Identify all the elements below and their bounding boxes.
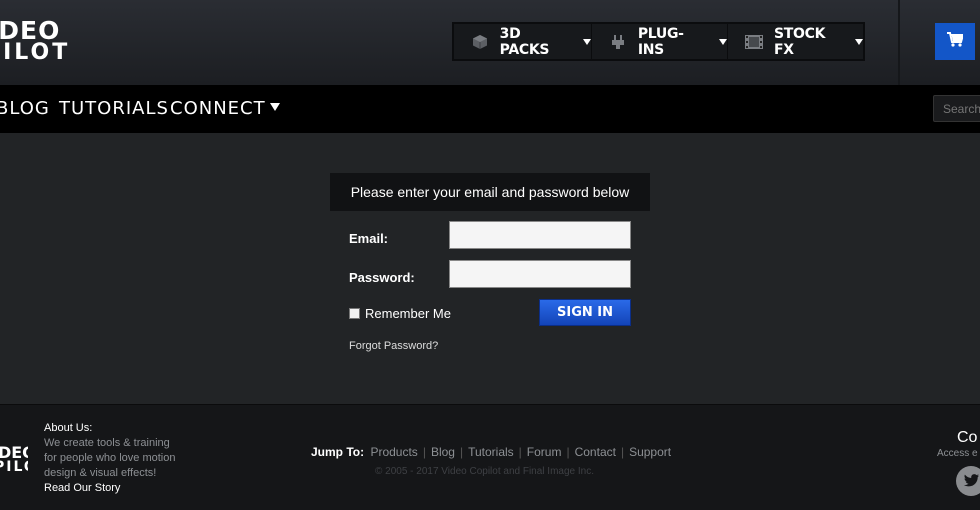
footer-link-forum[interactable]: Forum — [527, 445, 562, 459]
jump-to-links: Jump To: Products | Blog | Tutorials | Forum | C… — [311, 445, 671, 459]
chevron-down-icon — [583, 38, 591, 45]
footer-link-products[interactable]: Products — [370, 445, 417, 459]
header-divider — [898, 0, 900, 85]
nav-3d-packs-label: 3D PACKS — [499, 25, 550, 58]
footer-logo[interactable]: IDEO PILOT — [0, 443, 28, 479]
link-separator: | — [620, 445, 625, 459]
link-separator: | — [518, 445, 522, 459]
top-header: IDEO PILOT 3D PACKS PLUG-INS STOCK FX — [0, 0, 980, 85]
link-separator: | — [422, 445, 426, 459]
password-label: Password: — [349, 270, 415, 285]
link-separator: | — [566, 445, 570, 459]
jump-to-label: Jump To: — [311, 445, 365, 459]
forgot-password-link[interactable]: Forgot Password? — [349, 340, 438, 352]
read-our-story-link[interactable]: Read Our Story — [44, 481, 184, 496]
nav-tutorials[interactable]: TUTORIALS — [59, 98, 169, 119]
footer-link-blog[interactable]: Blog — [431, 445, 455, 459]
chevron-down-icon — [719, 38, 727, 45]
nav-3d-packs[interactable]: 3D PACKS — [454, 24, 592, 59]
nav-connect[interactable]: CONNECT — [170, 98, 280, 119]
nav-plug-ins[interactable]: PLUG-INS — [592, 24, 728, 59]
footer-link-tutorials[interactable]: Tutorials — [468, 445, 514, 459]
email-label: Email: — [349, 231, 389, 246]
film-icon — [745, 33, 763, 51]
email-field[interactable] — [449, 221, 631, 249]
sign-in-button[interactable]: SIGN IN — [539, 299, 631, 326]
copyright: © 2005 - 2017 Video Copilot and Final Im… — [375, 466, 594, 477]
chevron-down-icon — [269, 103, 280, 111]
password-field[interactable] — [449, 260, 631, 288]
about-text: We create tools & training for people wh… — [44, 437, 176, 479]
footer-logo-line-2: PILOT — [0, 459, 28, 475]
chevron-down-icon — [855, 38, 863, 45]
site-logo[interactable]: IDEO PILOT — [0, 16, 80, 66]
connect-heading: Co — [957, 429, 978, 446]
cart-button[interactable] — [935, 23, 975, 60]
nav-plug-ins-label: PLUG-INS — [637, 25, 684, 58]
cube-icon — [471, 33, 489, 51]
about-title: About Us: — [44, 422, 93, 434]
nav-stock-fx-label: STOCK FX — [774, 25, 826, 58]
nav-stock-fx[interactable]: STOCK FX — [728, 24, 863, 59]
footer: IDEO PILOT About Us: We create tools & t… — [0, 404, 980, 510]
remember-me-label: Remember Me — [365, 306, 451, 321]
footer-link-contact[interactable]: Contact — [575, 445, 616, 459]
nav-blog[interactable]: BLOG — [0, 98, 50, 119]
about-us: About Us: We create tools & training for… — [44, 421, 184, 496]
search-input[interactable] — [933, 95, 980, 122]
remember-me: Remember Me — [349, 306, 451, 321]
product-nav: 3D PACKS PLUG-INS STOCK FX — [452, 22, 865, 61]
footer-link-support[interactable]: Support — [629, 445, 671, 459]
connect-subtext: Access e — [937, 448, 978, 459]
link-separator: | — [459, 445, 464, 459]
twitter-icon[interactable] — [956, 466, 980, 496]
main-nav: BLOG TUTORIALS CONNECT — [0, 85, 980, 133]
login-heading: Please enter your email and password bel… — [330, 173, 650, 211]
cart-icon — [947, 31, 965, 52]
logo-line-2: PILOT — [0, 40, 71, 65]
nav-connect-label: CONNECT — [170, 98, 266, 119]
plug-icon — [609, 33, 627, 51]
remember-me-checkbox[interactable] — [349, 308, 360, 319]
